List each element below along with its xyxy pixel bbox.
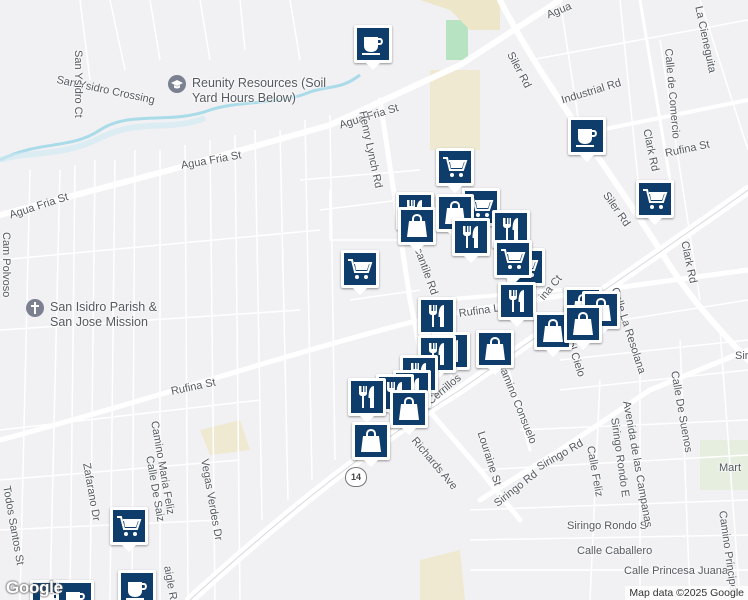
fork-marker[interactable] bbox=[452, 218, 490, 264]
coffee-marker[interactable] bbox=[568, 117, 606, 163]
cart-marker[interactable] bbox=[636, 180, 674, 226]
marker-pointer bbox=[351, 286, 369, 295]
cart-icon bbox=[494, 240, 532, 278]
bag-icon bbox=[352, 422, 390, 460]
school-icon bbox=[168, 75, 186, 98]
street-label-san-ysidro-ct: San Ysidro Ct bbox=[72, 50, 84, 118]
marker-pointer bbox=[544, 348, 562, 357]
place-label-line: San Jose Mission bbox=[50, 315, 148, 329]
bag-marker[interactable] bbox=[398, 207, 436, 253]
cart-icon bbox=[341, 250, 379, 288]
cart-marker[interactable] bbox=[341, 250, 379, 296]
church-icon bbox=[26, 299, 44, 322]
coffee-icon bbox=[354, 25, 392, 63]
coffee-icon bbox=[118, 570, 156, 600]
google-logo[interactable]: Google bbox=[6, 578, 63, 598]
street-label-calle-caballero: Calle Caballero bbox=[577, 545, 653, 557]
bag-icon bbox=[564, 305, 602, 343]
marker-pointer bbox=[574, 341, 592, 350]
coffee-icon bbox=[568, 117, 606, 155]
coffee-marker[interactable] bbox=[354, 25, 392, 71]
fork-icon bbox=[418, 297, 456, 335]
cart-marker[interactable] bbox=[494, 240, 532, 286]
cart-marker[interactable] bbox=[110, 507, 148, 553]
marker-pointer bbox=[364, 61, 382, 70]
street-label-sirin: Sirin bbox=[735, 350, 748, 362]
street-label-calle-princesa: Calle Princesa Juana bbox=[624, 565, 728, 577]
place-label-reunity[interactable]: Reunity Resources (Soil Yard Hours Below) bbox=[192, 76, 326, 106]
marker-pointer bbox=[486, 366, 504, 375]
cart-icon bbox=[110, 507, 148, 545]
street-label-siringo-rondo-s: Siringo Rondo S bbox=[567, 520, 648, 532]
place-label-line: San Isidro Parish & bbox=[50, 300, 157, 314]
map-attribution[interactable]: Map data ©2025 Google bbox=[625, 586, 748, 600]
bag-marker[interactable] bbox=[564, 305, 602, 351]
fork-icon bbox=[498, 282, 536, 320]
marker-pointer bbox=[646, 216, 664, 225]
marker-pointer bbox=[462, 254, 480, 263]
park-area bbox=[446, 20, 468, 60]
marker-pointer bbox=[508, 318, 526, 327]
street-label-mart: Mart bbox=[719, 462, 741, 474]
map-canvas[interactable]: Agua Fria St Agua Fria St Agua Fria St Agua… bbox=[0, 0, 748, 600]
marker-pointer bbox=[408, 243, 426, 252]
place-label-line: Reunity Resources (Soil bbox=[192, 76, 327, 90]
route-shield-14: 14 bbox=[345, 467, 367, 487]
bag-icon bbox=[390, 390, 428, 428]
cart-icon bbox=[436, 148, 474, 186]
place-label-line: Yard Hours Below) bbox=[192, 91, 296, 105]
bag-marker[interactable] bbox=[476, 330, 514, 376]
bag-icon bbox=[398, 207, 436, 245]
street-label-cam-polvoso: Cam Polvoso bbox=[0, 232, 12, 298]
cart-icon bbox=[636, 180, 674, 218]
fork-icon bbox=[348, 378, 386, 416]
fork-icon bbox=[452, 218, 490, 256]
marker-pointer bbox=[362, 458, 380, 467]
marker-pointer bbox=[120, 543, 138, 552]
bag-marker[interactable] bbox=[390, 390, 428, 436]
place-label-san-isidro[interactable]: San Isidro Parish & San Jose Mission bbox=[50, 300, 157, 330]
marker-pointer bbox=[400, 426, 418, 435]
coffee-marker[interactable] bbox=[118, 570, 156, 600]
bag-icon bbox=[476, 330, 514, 368]
marker-pointer bbox=[578, 153, 596, 162]
fork-marker[interactable] bbox=[498, 282, 536, 328]
bag-marker[interactable] bbox=[352, 422, 390, 468]
fork-marker[interactable] bbox=[348, 378, 386, 424]
